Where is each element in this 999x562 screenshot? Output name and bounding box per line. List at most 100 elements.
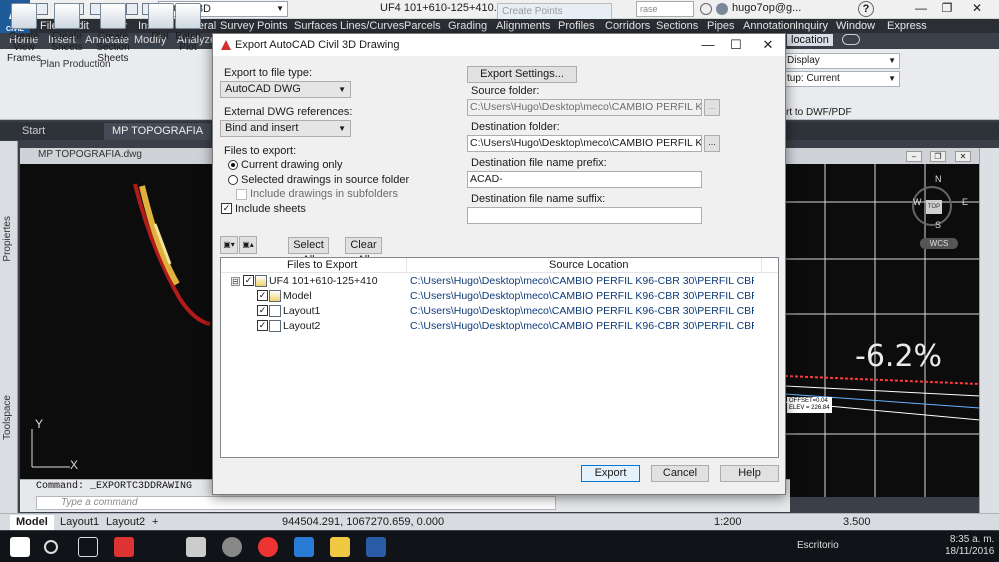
word-icon[interactable] bbox=[366, 537, 386, 557]
settings-app-icon[interactable] bbox=[114, 537, 134, 557]
file-type-select[interactable]: AutoCAD DWG ▼ bbox=[220, 81, 351, 98]
calculator-icon[interactable] bbox=[186, 537, 206, 557]
search-input[interactable]: rase bbox=[636, 1, 694, 17]
tab-model[interactable]: Model bbox=[10, 515, 54, 530]
help-button[interactable]: Help bbox=[720, 465, 779, 482]
destination-browse-button[interactable]: ... bbox=[704, 135, 720, 152]
tree-row[interactable]: ✓ Model C:\Users\Hugo\Desktop\meco\CAMBI… bbox=[221, 289, 761, 304]
collapse-tree-icon[interactable]: ▣▴ bbox=[239, 236, 257, 254]
page-setup-dropdown[interactable]: tup: Current ▼ bbox=[780, 71, 900, 87]
menu-lines-curves[interactable]: Lines/Curves bbox=[340, 19, 404, 33]
tab-mp-topografia[interactable]: MP TOPOGRAFIA bbox=[104, 123, 212, 140]
source-browse-button[interactable]: ... bbox=[704, 99, 720, 116]
selected-drawings-radio[interactable] bbox=[228, 175, 238, 185]
file-explorer-icon[interactable] bbox=[330, 537, 350, 557]
clock[interactable]: 8:35 a. m. 18/11/2016 bbox=[945, 534, 994, 558]
tab-layout1[interactable]: Layout1 bbox=[54, 515, 105, 530]
menu-sections[interactable]: Sections bbox=[656, 19, 698, 33]
search-icon[interactable] bbox=[700, 3, 712, 15]
viewport-restore-icon[interactable]: ❐ bbox=[930, 151, 946, 162]
column-divider[interactable] bbox=[406, 258, 407, 273]
destination-folder-field[interactable]: C:\Users\Hugo\Desktop\meco\CAMBIO PERFIL… bbox=[467, 135, 702, 152]
source-folder-label: Source folder: bbox=[471, 85, 540, 97]
display-dropdown[interactable]: Display ▼ bbox=[780, 53, 900, 69]
row-checkbox[interactable]: ✓ bbox=[257, 290, 268, 301]
properties-palette-tab[interactable]: Propiertes bbox=[2, 216, 13, 262]
desktop-toolbar[interactable]: Escritorio bbox=[797, 540, 839, 551]
autocad-icon[interactable] bbox=[294, 537, 314, 557]
files-tree[interactable]: Files to Export Source Location ⊟ ✓ UF4 … bbox=[220, 257, 779, 458]
add-layout-button[interactable]: + bbox=[146, 515, 164, 530]
menu-points[interactable]: Points bbox=[257, 19, 288, 33]
expand-tree-icon[interactable]: ▣▾ bbox=[220, 236, 238, 254]
subfolders-checkbox[interactable] bbox=[236, 189, 247, 200]
user-account[interactable]: hugo7op@g... bbox=[732, 2, 801, 14]
chrome-icon[interactable] bbox=[258, 537, 278, 557]
clear-all-button[interactable]: Clear All bbox=[345, 237, 382, 266]
help-icon[interactable]: ? bbox=[858, 1, 874, 17]
suffix-field[interactable] bbox=[467, 207, 702, 224]
export-settings-button[interactable]: Export Settings... bbox=[467, 66, 577, 83]
create-sheets-button[interactable]: Create Sheets bbox=[50, 3, 84, 53]
zoom-level[interactable]: 3.500 bbox=[843, 516, 871, 528]
menu-corridors[interactable]: Corridors bbox=[605, 19, 650, 33]
viewport-close-icon[interactable]: ✕ bbox=[955, 151, 971, 162]
col-source-header[interactable]: Source Location bbox=[549, 259, 629, 271]
menu-inquiry[interactable]: Inquiry bbox=[795, 19, 828, 33]
tab-start[interactable]: Start bbox=[14, 123, 53, 140]
include-sheets-checkbox[interactable]: ✓ bbox=[221, 203, 232, 214]
menu-window[interactable]: Window bbox=[836, 19, 875, 33]
dialog-minimize-icon[interactable]: — bbox=[695, 36, 721, 54]
prefix-field[interactable]: ACAD- bbox=[467, 171, 702, 188]
menu-express[interactable]: Express bbox=[887, 19, 927, 33]
search-icon[interactable] bbox=[44, 540, 58, 554]
export-dwf-pdf-link[interactable]: rt to DWF/PDF bbox=[786, 107, 852, 118]
tab-location[interactable]: location bbox=[787, 34, 833, 46]
col-files-header[interactable]: Files to Export bbox=[287, 259, 357, 271]
tree-row[interactable]: ✓ Layout2 C:\Users\Hugo\Desktop\meco\CAM… bbox=[221, 319, 761, 334]
menu-pipes[interactable]: Pipes bbox=[707, 19, 735, 33]
menu-profiles[interactable]: Profiles bbox=[558, 19, 595, 33]
windows-start-icon[interactable] bbox=[10, 537, 30, 557]
menu-annotation[interactable]: Annotation bbox=[743, 19, 796, 33]
tree-row[interactable]: ✓ Layout1 C:\Users\Hugo\Desktop\meco\CAM… bbox=[221, 304, 761, 319]
cancel-button[interactable]: Cancel bbox=[651, 465, 709, 482]
menu-parcels[interactable]: Parcels bbox=[404, 19, 441, 33]
row-checkbox[interactable]: ✓ bbox=[243, 275, 254, 286]
collapse-icon[interactable]: ⊟ bbox=[231, 277, 240, 286]
restore-icon[interactable]: ❐ bbox=[932, 0, 962, 18]
menu-survey[interactable]: Survey bbox=[220, 19, 254, 33]
command-input[interactable]: Type a command bbox=[36, 496, 556, 510]
create-section-sheets-button[interactable]: Create Section Sheets bbox=[84, 3, 142, 64]
annotation-scale[interactable]: 1:200 bbox=[714, 516, 742, 528]
export-button[interactable]: Export bbox=[581, 465, 640, 482]
menu-alignments[interactable]: Alignments bbox=[496, 19, 550, 33]
row-checkbox[interactable]: ✓ bbox=[257, 320, 268, 331]
menu-grading[interactable]: Grading bbox=[448, 19, 487, 33]
create-view-frames-button[interactable]: Create View Frames bbox=[2, 3, 46, 64]
media-player-icon[interactable] bbox=[222, 537, 242, 557]
external-refs-select[interactable]: Bind and insert ▼ bbox=[220, 120, 351, 137]
create-points-button[interactable]: Create Points bbox=[497, 3, 612, 20]
current-drawing-radio[interactable] bbox=[228, 160, 238, 170]
dialog-maximize-icon[interactable]: ☐ bbox=[723, 36, 749, 54]
tab-layout2[interactable]: Layout2 bbox=[100, 515, 151, 530]
wcs-menu[interactable]: WCS bbox=[920, 238, 958, 249]
tree-scrollbar[interactable] bbox=[762, 273, 778, 457]
close-icon[interactable]: ✕ bbox=[962, 0, 992, 18]
select-all-button[interactable]: Select All bbox=[288, 237, 329, 266]
batch-plot-button[interactable]: Batch Plot bbox=[174, 3, 202, 53]
source-folder-field[interactable]: C:\Users\Hugo\Desktop\meco\CAMBIO PERFIL… bbox=[467, 99, 702, 116]
task-view-icon[interactable] bbox=[78, 537, 98, 557]
menu-surfaces[interactable]: Surfaces bbox=[294, 19, 337, 33]
column-divider[interactable] bbox=[761, 258, 762, 273]
toolspace-palette-tab[interactable]: Toolspace bbox=[2, 395, 13, 440]
taskbar: Escritorio 8:35 a. m. 18/11/2016 bbox=[0, 531, 999, 562]
ribbon-toggle-icon[interactable] bbox=[842, 34, 860, 45]
viewcube-top[interactable]: TOP bbox=[926, 200, 942, 214]
row-checkbox[interactable]: ✓ bbox=[257, 305, 268, 316]
dialog-close-icon[interactable]: ✕ bbox=[755, 36, 781, 54]
viewport-minimize-icon[interactable]: – bbox=[906, 151, 922, 162]
tree-row[interactable]: ⊟ ✓ UF4 101+610-125+410 C:\Users\Hugo\De… bbox=[221, 274, 761, 289]
plot-button[interactable]: Plot bbox=[148, 3, 174, 42]
